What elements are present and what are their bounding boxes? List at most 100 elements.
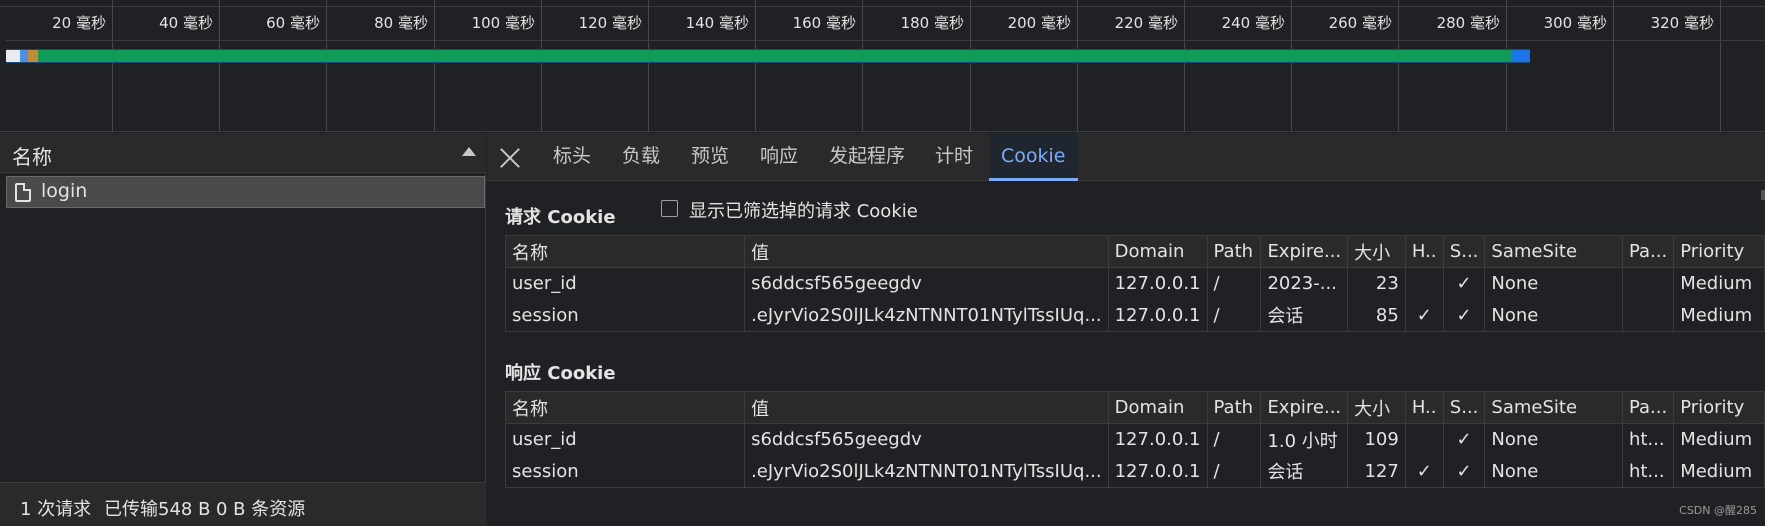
cookie-samesite-cell: None [1484,423,1623,456]
tab-response[interactable]: 响应 [760,133,798,181]
timeline-tick-label: 220 毫秒 [1114,14,1178,32]
cookie-name-cell: session [504,299,746,332]
cookie-secure-cell: ✓ [1442,455,1486,488]
timeline-tick-label: 100 毫秒 [471,14,535,32]
request-count: 1 次请求 [20,499,92,520]
column-header[interactable]: Priority [1673,235,1765,268]
tab-timing[interactable]: 计时 [935,133,973,181]
timeline-tick-label: 180 毫秒 [900,14,964,32]
response-cookies-title: 响应 Cookie [505,363,616,384]
cookie-expires-cell: 会话 [1260,299,1349,332]
cookie-name-cell: session [504,455,746,488]
detail-tabbar: 标头 负载 预览 响应 发起程序 计时 Cookie [487,133,1765,181]
column-header[interactable]: 大小 [1347,391,1406,424]
column-header[interactable]: H.. [1404,391,1444,424]
cookie-size-cell: 23 [1347,267,1406,300]
column-header[interactable]: 值 [744,235,1109,268]
tab-preview[interactable]: 预览 [691,133,729,181]
column-header[interactable]: 值 [744,391,1109,424]
cookie-value-cell: s6ddcsf565geegdv [744,423,1109,456]
request-waterfall-bar[interactable] [6,50,1530,62]
column-header[interactable]: Pa... [1621,235,1675,268]
cookie-row[interactable]: session .eJyrVio2S0lJLk4zNTNNT01NTylTssIU… [504,455,1765,488]
timeline-tick-label: 280 毫秒 [1436,14,1500,32]
tab-cookies[interactable]: Cookie [989,133,1078,181]
cookie-value-cell: s6ddcsf565geegdv [744,267,1109,300]
close-icon[interactable] [499,147,521,169]
request-name: login [41,180,88,202]
column-header[interactable]: 名称 [504,391,746,424]
cookie-path-cell: / [1206,267,1262,300]
cookie-domain-cell: 127.0.0.1 [1107,267,1208,300]
column-header[interactable]: S... [1442,391,1486,424]
cookie-priority-cell: Medium [1673,423,1765,456]
column-header[interactable]: Path [1206,391,1262,424]
table-header-row: 名称值 Domain Path Expire... 大小 H.. S... SameSite P… [504,235,1765,268]
cookie-size-cell: 85 [1347,299,1406,332]
cookie-name-cell: user_id [504,267,746,300]
timeline-tick-label: 160 毫秒 [792,14,856,32]
timeline-tick-label: 80 毫秒 [374,14,428,32]
column-header[interactable]: SameSite [1484,235,1623,268]
response-cookies-table: 名称值 Domain Path Expire... 大小 H.. S... SameSite P… [504,391,1765,488]
show-filtered-cookies-checkbox[interactable] [661,200,678,217]
column-header[interactable]: Domain [1107,391,1208,424]
timeline-tick-label: 140 毫秒 [685,14,749,32]
cookie-samesite-cell: None [1484,299,1623,332]
timeline-gridline [326,0,327,132]
column-header[interactable]: 名称 [504,235,746,268]
bar-stalled-segment [20,50,28,62]
resources-size: 0 B 条资源 [216,499,306,520]
column-header[interactable]: H.. [1404,235,1444,268]
timeline-gridline [1398,0,1399,132]
cookie-path-cell: / [1206,299,1262,332]
cookie-domain-cell: 127.0.0.1 [1107,423,1208,456]
timeline-tick-label: 60 毫秒 [266,14,320,32]
column-header[interactable]: SameSite [1484,391,1623,424]
cookie-value-cell: .eJyrVio2S0lJLk4zNTNNT01NTylTssIUq... [744,455,1109,488]
timeline-gridline [862,0,863,132]
cookie-partition-cell [1621,299,1675,332]
cookie-expires-cell: 会话 [1260,455,1349,488]
show-filtered-cookies-label[interactable]: 显示已筛选掉的请求 Cookie [689,197,918,223]
document-icon [15,183,31,202]
column-name-header[interactable]: 名称 [12,141,52,170]
cookie-partition-cell: ht... [1621,455,1675,488]
cookie-domain-cell: 127.0.0.1 [1107,455,1208,488]
cookie-http-cell: ✓ [1404,299,1444,332]
timeline-gridline [1720,0,1721,132]
cookie-path-cell: / [1206,423,1262,456]
tab-initiator[interactable]: 发起程序 [829,133,905,181]
request-row-login[interactable]: login [6,176,485,208]
cookie-row[interactable]: session .eJyrVio2S0lJLk4zNTNNT01NTylTssIU… [504,299,1765,332]
cookie-size-cell: 109 [1347,423,1406,456]
column-header[interactable]: Domain [1107,235,1208,268]
scrollbar-thumb[interactable] [1761,190,1765,200]
timeline-top-border [0,6,1765,7]
request-list-header[interactable]: 名称 [0,133,486,173]
cookie-secure-cell: ✓ [1442,299,1486,332]
tab-headers[interactable]: 标头 [553,133,591,181]
column-header[interactable]: 大小 [1347,235,1406,268]
column-header[interactable]: Priority [1673,391,1765,424]
timeline-tick-label: 260 毫秒 [1328,14,1392,32]
bar-download-segment [1512,50,1530,62]
column-header[interactable]: Path [1206,235,1262,268]
request-cookies-table: 名称值 Domain Path Expire... 大小 H.. S... SameSite P… [504,235,1765,332]
cookie-partition-cell: ht... [1621,423,1675,456]
cookie-row[interactable]: user_id s6ddcsf565geegdv 127.0.0.1/2023-..… [504,267,1765,300]
sort-ascending-icon[interactable] [462,147,476,156]
column-header[interactable]: Expire... [1260,391,1349,424]
cookie-row[interactable]: user_id s6ddcsf565geegdv 127.0.0.1/1.0 小时 1… [504,423,1765,456]
column-header[interactable]: S... [1442,235,1486,268]
table-header-row: 名称值 Domain Path Expire... 大小 H.. S... SameSite P… [504,391,1765,424]
timeline-overview[interactable]: 20 毫秒 40 毫秒 60 毫秒 80 毫秒 100 毫秒 120 毫秒 140 毫秒 16… [0,0,1765,132]
timeline-tick-label: 320 毫秒 [1650,14,1714,32]
cookie-http-cell: ✓ [1404,455,1444,488]
column-header[interactable]: Pa... [1621,391,1675,424]
column-header[interactable]: Expire... [1260,235,1349,268]
tab-payload[interactable]: 负载 [622,133,660,181]
status-bar: 1 次请求 已传输548 B 0 B 条资源 [0,482,486,526]
cookie-path-cell: / [1206,455,1262,488]
timeline-divider [6,40,1765,41]
